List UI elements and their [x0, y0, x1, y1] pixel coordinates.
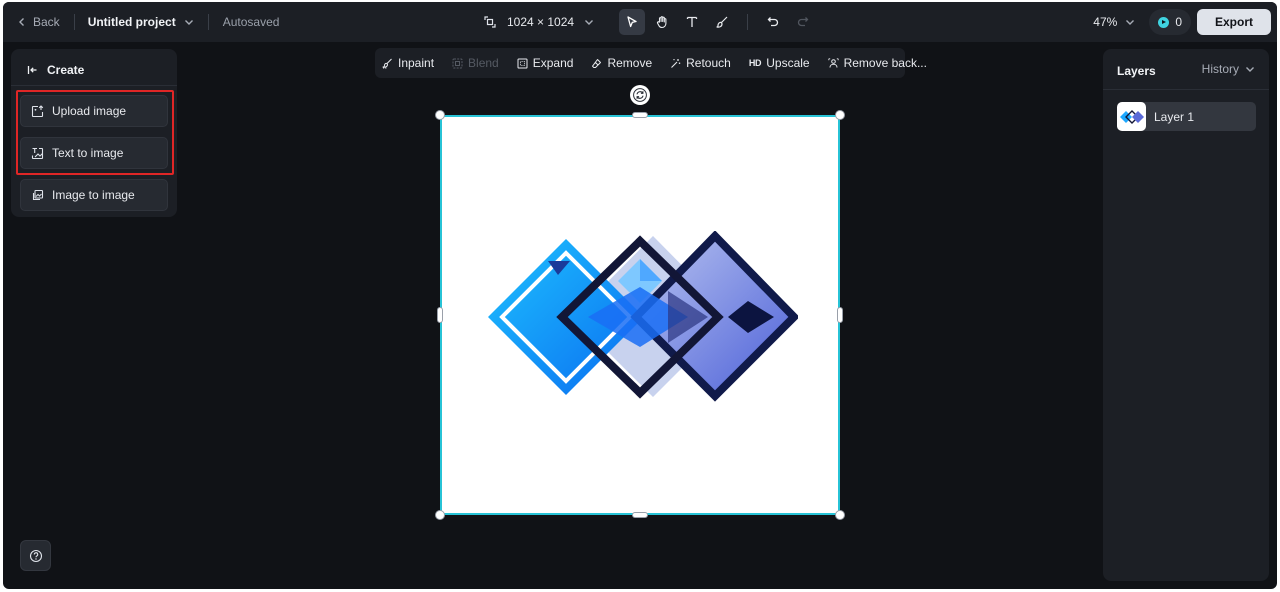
- credits-badge[interactable]: 0: [1149, 9, 1191, 35]
- back-button[interactable]: Back: [17, 15, 60, 29]
- create-panel: Create Upload image Text to image Image …: [11, 49, 177, 217]
- resize-icon: [484, 16, 496, 28]
- top-bar-left: Back Untitled project Autosaved: [17, 2, 279, 42]
- divider: [11, 85, 177, 86]
- inpaint-button[interactable]: Inpaint: [382, 56, 434, 70]
- layers-panel: Layers History Layer 1: [1103, 49, 1269, 581]
- expand-label: Expand: [532, 56, 574, 70]
- create-panel-title: Create: [47, 63, 85, 77]
- resize-handle-bottom[interactable]: [632, 512, 648, 518]
- rotate-handle[interactable]: [630, 85, 650, 105]
- hd-icon: HD: [748, 58, 762, 68]
- project-name: Untitled project: [87, 15, 176, 29]
- resize-handle-left[interactable]: [437, 307, 443, 323]
- blend-label: Blend: [468, 56, 499, 70]
- text-tool[interactable]: [679, 9, 705, 35]
- inpaint-label: Inpaint: [398, 56, 435, 70]
- brush-tool[interactable]: [709, 9, 735, 35]
- export-button[interactable]: Export: [1197, 9, 1271, 35]
- resize-handle-right[interactable]: [837, 307, 843, 323]
- credits-count: 0: [1175, 15, 1182, 29]
- brush-icon: [716, 16, 728, 28]
- upscale-button[interactable]: HD Upscale: [749, 56, 810, 70]
- text-icon: [686, 16, 698, 27]
- eraser-icon: [592, 58, 602, 68]
- back-label: Back: [33, 15, 60, 29]
- chevron-down-icon: [1126, 20, 1135, 25]
- resize-handle-top-right[interactable]: [835, 110, 845, 120]
- remove-background-label: Remove back...: [843, 56, 927, 70]
- top-bar-right: 47% 0 Export: [1093, 2, 1271, 42]
- image-to-image-button[interactable]: Image to image: [20, 179, 168, 211]
- upload-image-label: Upload image: [52, 104, 127, 118]
- zoom-value: 47%: [1093, 15, 1118, 29]
- blend-button: Blend: [452, 56, 499, 70]
- top-bar: Back Untitled project Autosaved 1024 × 1…: [3, 2, 1277, 42]
- remove-background-button[interactable]: Remove back...: [827, 56, 927, 70]
- help-button[interactable]: [20, 540, 51, 571]
- history-dropdown[interactable]: History: [1202, 62, 1255, 76]
- pointer-icon: [627, 16, 637, 28]
- diamond-logo-artwork: [488, 231, 798, 402]
- layers-title: Layers: [1117, 64, 1156, 78]
- help-icon: [29, 549, 42, 562]
- undo-button[interactable]: [760, 9, 786, 35]
- expand-icon: [517, 58, 528, 68]
- divider: [1103, 89, 1269, 90]
- divider: [747, 14, 748, 30]
- layer-item[interactable]: Layer 1: [1117, 102, 1256, 131]
- inpaint-icon: [382, 58, 392, 68]
- layer-thumbnail-graphic: [1119, 109, 1144, 124]
- credit-icon: [1158, 16, 1170, 28]
- remove-label: Remove: [607, 56, 653, 70]
- text-image-icon: [31, 147, 44, 159]
- tool-group: [619, 9, 816, 35]
- upscale-label: Upscale: [766, 56, 810, 70]
- edit-toolbar: Inpaint Blend Expand Remove Retouch HD U…: [375, 48, 927, 78]
- text-to-image-label: Text to image: [52, 146, 124, 160]
- select-tool[interactable]: [619, 9, 645, 35]
- remove-button[interactable]: Remove: [591, 56, 652, 70]
- rotate-icon: [633, 88, 647, 102]
- retouch-label: Retouch: [686, 56, 731, 70]
- resize-handle-bottom-right[interactable]: [835, 510, 845, 520]
- redo-icon: [797, 17, 809, 27]
- canvas-size-area: 1024 × 1024: [483, 2, 594, 42]
- canvas-size-value: 1024 × 1024: [507, 15, 575, 29]
- image-upload-icon: [31, 104, 44, 117]
- zoom-dropdown[interactable]: 47%: [1093, 15, 1135, 29]
- layer-thumbnail: [1117, 102, 1146, 131]
- redo-button[interactable]: [790, 9, 816, 35]
- chevron-down-icon: [184, 20, 193, 25]
- editor-app: Back Untitled project Autosaved 1024 × 1…: [3, 2, 1277, 589]
- chevron-down-icon: [1246, 67, 1254, 72]
- chevron-down-icon: [585, 20, 594, 25]
- canvas-size-dropdown[interactable]: 1024 × 1024: [483, 15, 594, 29]
- divider: [73, 14, 75, 30]
- hand-icon: [656, 16, 667, 29]
- undo-icon: [767, 17, 779, 27]
- resize-handle-bottom-left[interactable]: [435, 510, 445, 520]
- hand-tool[interactable]: [649, 9, 675, 35]
- autosave-status: Autosaved: [222, 15, 280, 29]
- text-to-image-button[interactable]: Text to image: [20, 137, 168, 169]
- blend-icon: [452, 58, 463, 68]
- images-icon: [32, 189, 44, 200]
- resize-handle-top-left[interactable]: [435, 110, 445, 120]
- history-label: History: [1201, 62, 1239, 76]
- project-name-menu[interactable]: Untitled project: [88, 15, 194, 29]
- image-to-image-label: Image to image: [52, 188, 135, 202]
- divider: [207, 14, 209, 30]
- retouch-icon: [671, 58, 681, 68]
- retouch-button[interactable]: Retouch: [670, 56, 731, 70]
- person-cutout-icon: [827, 57, 839, 68]
- resize-handle-top[interactable]: [632, 112, 648, 118]
- collapse-left-icon: [27, 66, 37, 74]
- chevron-left-icon: [19, 18, 24, 26]
- create-panel-header[interactable]: Create: [27, 63, 84, 77]
- expand-button[interactable]: Expand: [517, 56, 574, 70]
- upload-image-button[interactable]: Upload image: [20, 95, 168, 127]
- layer-name: Layer 1: [1154, 109, 1195, 124]
